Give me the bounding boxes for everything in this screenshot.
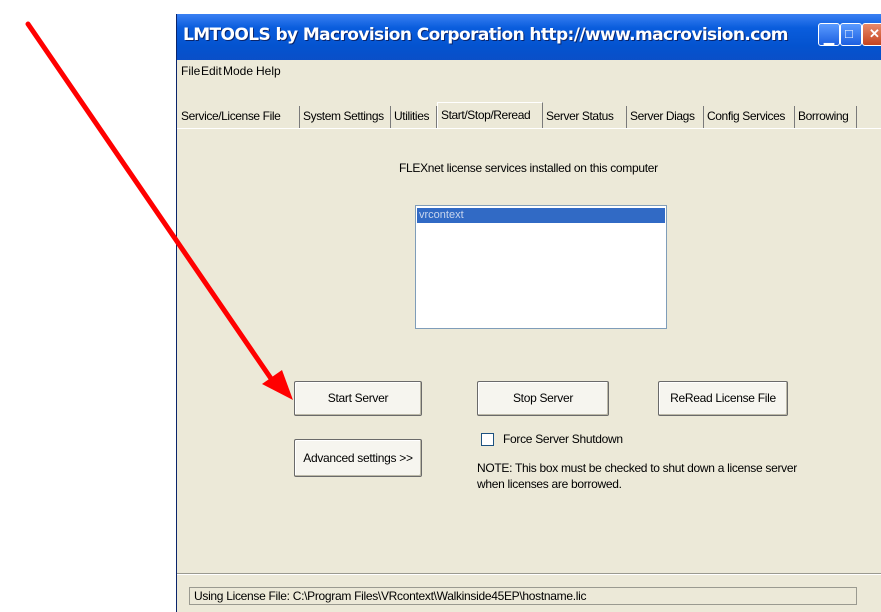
arrow-shaft — [25, 21, 275, 383]
annotation-arrow — [25, 21, 293, 400]
